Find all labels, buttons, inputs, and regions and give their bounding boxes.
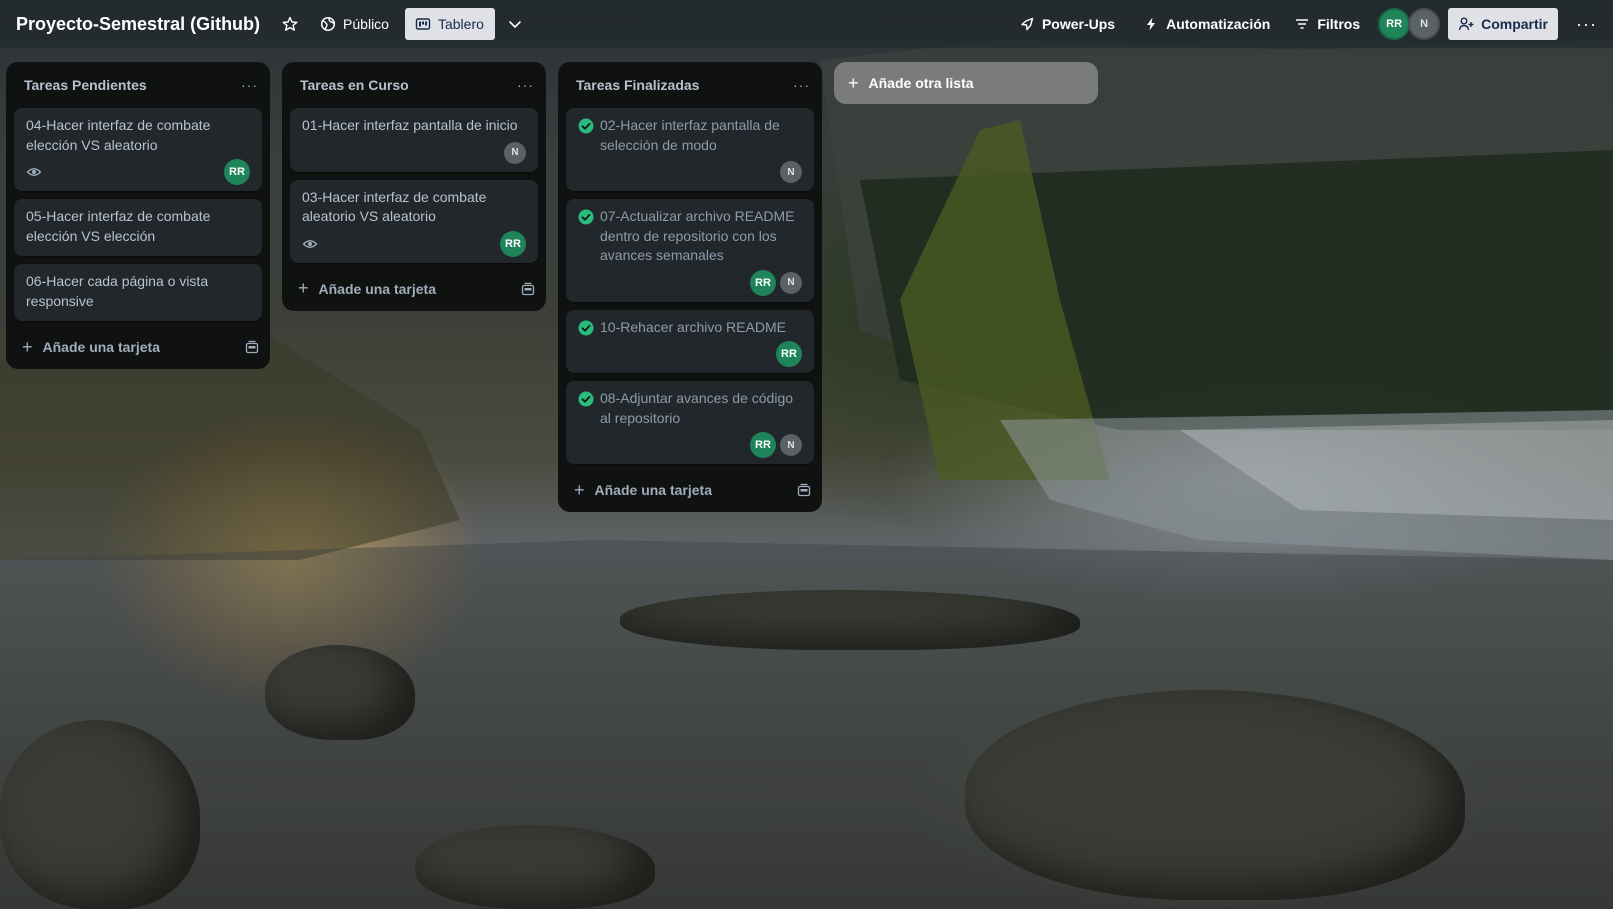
- add-card-label: Añade una tarjeta: [42, 339, 160, 355]
- list-title[interactable]: Tareas Pendientes: [24, 77, 147, 93]
- globe-icon: [320, 16, 336, 32]
- list-tareas-pendientes: Tareas Pendientes ··· 04-Hacer interfaz …: [6, 62, 270, 369]
- plus-icon: +: [574, 479, 585, 500]
- card-title: 07-Actualizar archivo README dentro de r…: [600, 208, 795, 263]
- list-header: Tareas Finalizadas ···: [558, 62, 822, 108]
- rocket-icon: [1021, 17, 1034, 31]
- automation-button[interactable]: Automatización: [1133, 8, 1280, 40]
- filter-icon: [1296, 19, 1309, 29]
- plus-icon: +: [22, 336, 33, 357]
- card[interactable]: 01-Hacer interfaz pantalla de inicio N: [290, 108, 538, 172]
- eye-icon: [26, 168, 42, 176]
- check-circle-icon[interactable]: [578, 209, 594, 225]
- list-tareas-finalizadas: Tareas Finalizadas ··· 02-Hacer interfaz…: [558, 62, 822, 512]
- visibility-label: Público: [343, 16, 389, 32]
- board-title[interactable]: Proyecto-Semestral (Github): [16, 14, 260, 35]
- rock: [415, 825, 655, 909]
- member-avatar[interactable]: RR: [1378, 8, 1411, 40]
- member-avatar[interactable]: RR: [500, 230, 526, 257]
- card-title: 10-Rehacer archivo README: [600, 318, 786, 335]
- plus-icon: +: [848, 72, 859, 93]
- card-title: 06-Hacer cada página o vista responsive: [26, 273, 209, 309]
- list-title[interactable]: Tareas Finalizadas: [576, 77, 699, 93]
- board-members: RR N: [1378, 8, 1441, 40]
- board-canvas: Tareas Pendientes ··· 04-Hacer interfaz …: [0, 62, 1098, 512]
- member-avatar[interactable]: N: [1408, 8, 1441, 40]
- check-circle-icon[interactable]: [578, 320, 594, 336]
- card[interactable]: 06-Hacer cada página o vista responsive: [14, 264, 262, 321]
- eye-icon: [302, 239, 318, 248]
- automation-label: Automatización: [1166, 16, 1271, 32]
- card[interactable]: 04-Hacer interfaz de combate elección VS…: [14, 108, 262, 191]
- more-icon: ···: [1576, 13, 1597, 34]
- member-avatar[interactable]: N: [504, 141, 526, 164]
- card-title: 08-Adjuntar avances de código al reposit…: [600, 390, 794, 426]
- header-actions: Power-Ups Automatización Filtros RR N Co…: [1009, 0, 1613, 48]
- plus-icon: +: [298, 278, 309, 298]
- add-list-button[interactable]: + Añade otra lista: [834, 62, 1098, 104]
- list-tareas-en-curso: Tareas en Curso ··· 01-Hacer interfaz pa…: [282, 62, 546, 311]
- chevron-down-icon: [509, 21, 521, 28]
- add-card-label: Añade una tarjeta: [594, 482, 712, 498]
- card-title: 02-Hacer interfaz pantalla de selección …: [600, 117, 780, 153]
- powerups-button[interactable]: Power-Ups: [1009, 8, 1125, 40]
- add-card-button[interactable]: + Añade una tarjeta: [282, 271, 546, 307]
- card-template-icon[interactable]: [244, 339, 260, 355]
- list-title[interactable]: Tareas en Curso: [300, 77, 409, 93]
- views-dropdown-button[interactable]: [497, 8, 533, 40]
- add-card-button[interactable]: + Añade una tarjeta: [558, 472, 822, 508]
- card[interactable]: 02-Hacer interfaz pantalla de selección …: [566, 108, 814, 191]
- card-template-icon[interactable]: [796, 482, 812, 498]
- add-card-label: Añade una tarjeta: [318, 280, 436, 297]
- member-avatar[interactable]: N: [780, 434, 802, 456]
- filters-label: Filtros: [1317, 16, 1361, 32]
- list-menu-icon[interactable]: ···: [241, 77, 258, 93]
- visibility-button[interactable]: Público: [310, 8, 399, 40]
- card[interactable]: 03-Hacer interfaz de combate aleatorio V…: [290, 179, 538, 263]
- card-template-icon[interactable]: [520, 281, 536, 297]
- rock: [265, 645, 415, 740]
- add-card-button[interactable]: + Añade una tarjeta: [6, 329, 270, 365]
- list-menu-icon[interactable]: ···: [793, 77, 810, 93]
- board-view-label: Tablero: [437, 16, 484, 32]
- list-header: Tareas en Curso ···: [282, 62, 546, 108]
- card-title: 05-Hacer interfaz de combate elección VS…: [26, 208, 211, 244]
- rock: [0, 720, 200, 909]
- share-label: Compartir: [1481, 16, 1549, 32]
- card[interactable]: 05-Hacer interfaz de combate elección VS…: [14, 199, 262, 256]
- board-view-button[interactable]: Tablero: [404, 8, 495, 40]
- card-title: 01-Hacer interfaz pantalla de inicio: [302, 117, 518, 133]
- member-avatar[interactable]: N: [780, 271, 802, 294]
- card[interactable]: 10-Rehacer archivo README RR: [566, 309, 814, 373]
- rock: [620, 590, 1080, 650]
- check-circle-icon[interactable]: [578, 118, 594, 134]
- star-button[interactable]: [274, 8, 306, 40]
- add-user-icon: [1458, 17, 1474, 31]
- powerups-label: Power-Ups: [1041, 16, 1116, 32]
- card[interactable]: 07-Actualizar archivo README dentro de r…: [566, 199, 814, 302]
- card-title: 04-Hacer interfaz de combate elección VS…: [26, 117, 211, 153]
- add-list-label: Añade otra lista: [868, 75, 974, 91]
- list-header: Tareas Pendientes ···: [6, 62, 270, 108]
- rock: [965, 690, 1465, 900]
- board-icon: [415, 18, 431, 30]
- star-icon: [282, 16, 298, 31]
- member-avatar[interactable]: RR: [750, 432, 776, 458]
- card-title: 03-Hacer interfaz de combate aleatorio V…: [302, 188, 487, 225]
- lightning-icon: [1147, 17, 1156, 31]
- filters-button[interactable]: Filtros: [1284, 8, 1370, 40]
- member-avatar[interactable]: RR: [750, 269, 776, 296]
- list-menu-icon[interactable]: ···: [517, 77, 534, 93]
- member-avatar[interactable]: RR: [776, 341, 802, 367]
- member-avatar[interactable]: RR: [224, 159, 250, 185]
- board-header: Proyecto-Semestral (Github) Público Tabl…: [0, 0, 1613, 48]
- check-circle-icon[interactable]: [578, 391, 594, 407]
- share-button[interactable]: Compartir: [1448, 8, 1559, 40]
- member-avatar[interactable]: N: [780, 161, 802, 183]
- board-menu-button[interactable]: ···: [1566, 8, 1607, 40]
- card[interactable]: 08-Adjuntar avances de código al reposit…: [566, 381, 814, 464]
